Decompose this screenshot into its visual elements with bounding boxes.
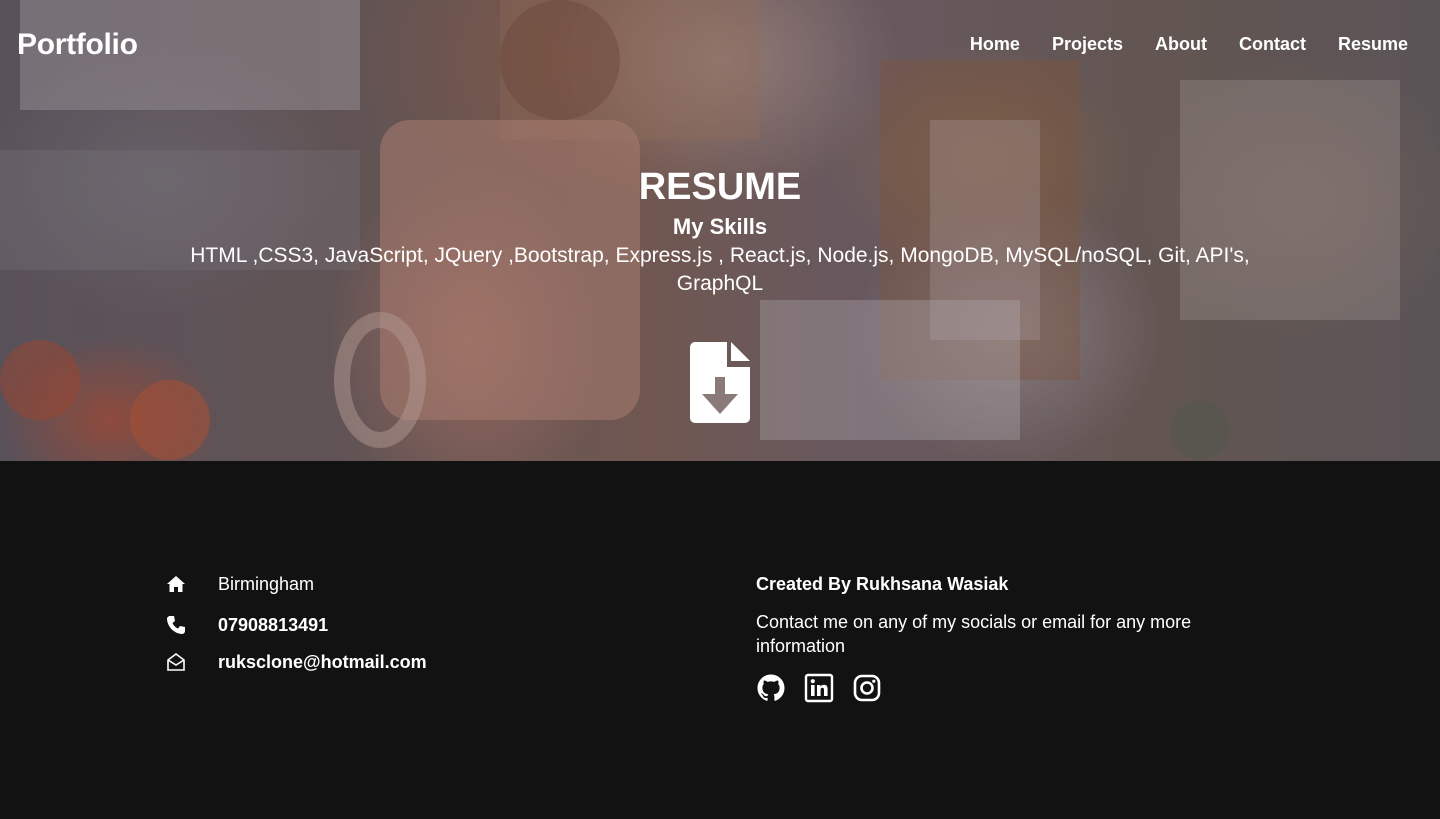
location-row: Birmingham	[166, 574, 314, 594]
email-row: ruksclone@hotmail.com	[166, 652, 427, 672]
envelope-open-icon	[167, 653, 185, 671]
credit-text: Created By Rukhsana Wasiak	[756, 574, 1009, 594]
phone-icon	[167, 616, 185, 634]
linkedin-icon[interactable]	[804, 673, 834, 703]
site-footer: Birmingham 07908813491 ruksclone@hotmail…	[0, 461, 1440, 819]
brand-logo-link[interactable]: Portfolio	[17, 28, 138, 62]
home-icon	[167, 576, 185, 592]
email-address[interactable]: ruksclone@hotmail.com	[218, 652, 427, 673]
hero-section: Portfolio Home Projects About Contact Re…	[0, 0, 1440, 461]
nav-link-about[interactable]: About	[1155, 34, 1207, 55]
nav-link-contact[interactable]: Contact	[1239, 34, 1306, 55]
skills-list: HTML ,CSS3, JavaScript, JQuery ,Bootstra…	[190, 244, 1250, 295]
nav-link-resume[interactable]: Resume	[1338, 34, 1408, 55]
main-nav: Home Projects About Contact Resume	[970, 34, 1408, 55]
page-title: RESUME	[638, 166, 802, 208]
github-icon[interactable]	[756, 673, 786, 703]
instagram-icon[interactable]	[852, 673, 882, 703]
social-links	[756, 673, 882, 703]
location-text: Birmingham	[218, 573, 315, 594]
phone-number[interactable]: 07908813491	[218, 615, 328, 636]
nav-link-projects[interactable]: Projects	[1052, 34, 1123, 55]
nav-link-home[interactable]: Home	[970, 34, 1020, 55]
skills-heading: My Skills	[672, 214, 768, 239]
phone-row: 07908813491	[166, 615, 328, 635]
contact-prompt: Contact me on any of my socials or email…	[756, 612, 1192, 656]
file-download-icon	[690, 342, 750, 423]
resume-download-link[interactable]	[690, 342, 750, 423]
